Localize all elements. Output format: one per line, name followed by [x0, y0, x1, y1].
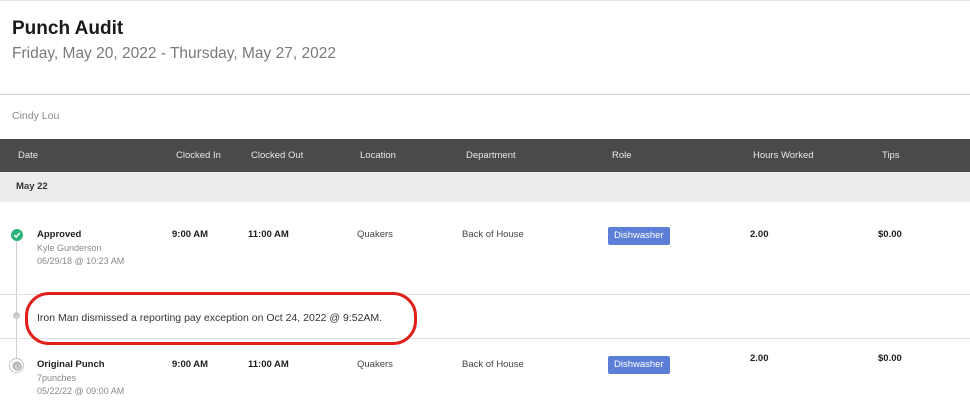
clocked-out-value: 11:00 AM [248, 359, 289, 370]
page-title: Punch Audit [12, 18, 124, 39]
clocked-in-value: 9:00 AM [172, 229, 209, 240]
column-header-clocked-out[interactable]: Clocked Out [251, 150, 303, 161]
column-header-tips[interactable]: Tips [882, 150, 900, 161]
department-value: Back of House [462, 359, 524, 370]
column-header-clocked-in[interactable]: Clocked In [176, 150, 221, 161]
table-row[interactable]: Original Punch 7punches 05/22/22 @ 09:00… [0, 340, 970, 411]
entry-status: Approved [37, 229, 82, 240]
role-badge: Dishwasher [608, 356, 670, 374]
hours-worked-value: 2.00 [750, 229, 769, 240]
location-value: Quakers [357, 229, 393, 240]
role-badge: Dishwasher [608, 227, 670, 245]
column-header-role[interactable]: Role [612, 150, 632, 161]
entry-timestamp: 06/29/18 @ 10:23 AM [37, 256, 125, 266]
check-circle-icon [11, 229, 23, 241]
date-group-label: May 22 [16, 181, 48, 192]
column-header-date[interactable]: Date [18, 150, 38, 161]
department-value: Back of House [462, 229, 524, 240]
entry-actor: 7punches [37, 373, 77, 383]
timeline-dot-icon [13, 312, 20, 319]
entry-status: Original Punch [37, 359, 105, 370]
highlight-annotation [25, 292, 417, 345]
table-row[interactable]: Approved Kyle Gunderson 06/29/18 @ 10:23… [0, 203, 970, 295]
column-header-location[interactable]: Location [360, 150, 396, 161]
location-value: Quakers [357, 359, 393, 370]
entry-timestamp: 05/22/22 @ 09:00 AM [37, 386, 125, 396]
clocked-out-value: 11:00 AM [248, 229, 289, 240]
date-group-row: May 22 [0, 172, 970, 202]
employee-name: Cindy Lou [12, 110, 60, 122]
column-header-department[interactable]: Department [466, 150, 516, 161]
entry-actor: Kyle Gunderson [37, 243, 102, 253]
clocked-in-value: 9:00 AM [172, 359, 209, 370]
page-header: Punch Audit Friday, May 20, 2022 - Thurs… [0, 0, 970, 95]
column-header-hours-worked[interactable]: Hours Worked [753, 150, 814, 161]
hours-worked-value: 2.00 [750, 353, 769, 364]
tips-value: $0.00 [878, 229, 902, 240]
clock-icon [10, 359, 23, 372]
table-header: Date Clocked In Clocked Out Location Dep… [0, 139, 970, 172]
tips-value: $0.00 [878, 353, 902, 364]
date-range: Friday, May 20, 2022 - Thursday, May 27,… [12, 45, 336, 62]
